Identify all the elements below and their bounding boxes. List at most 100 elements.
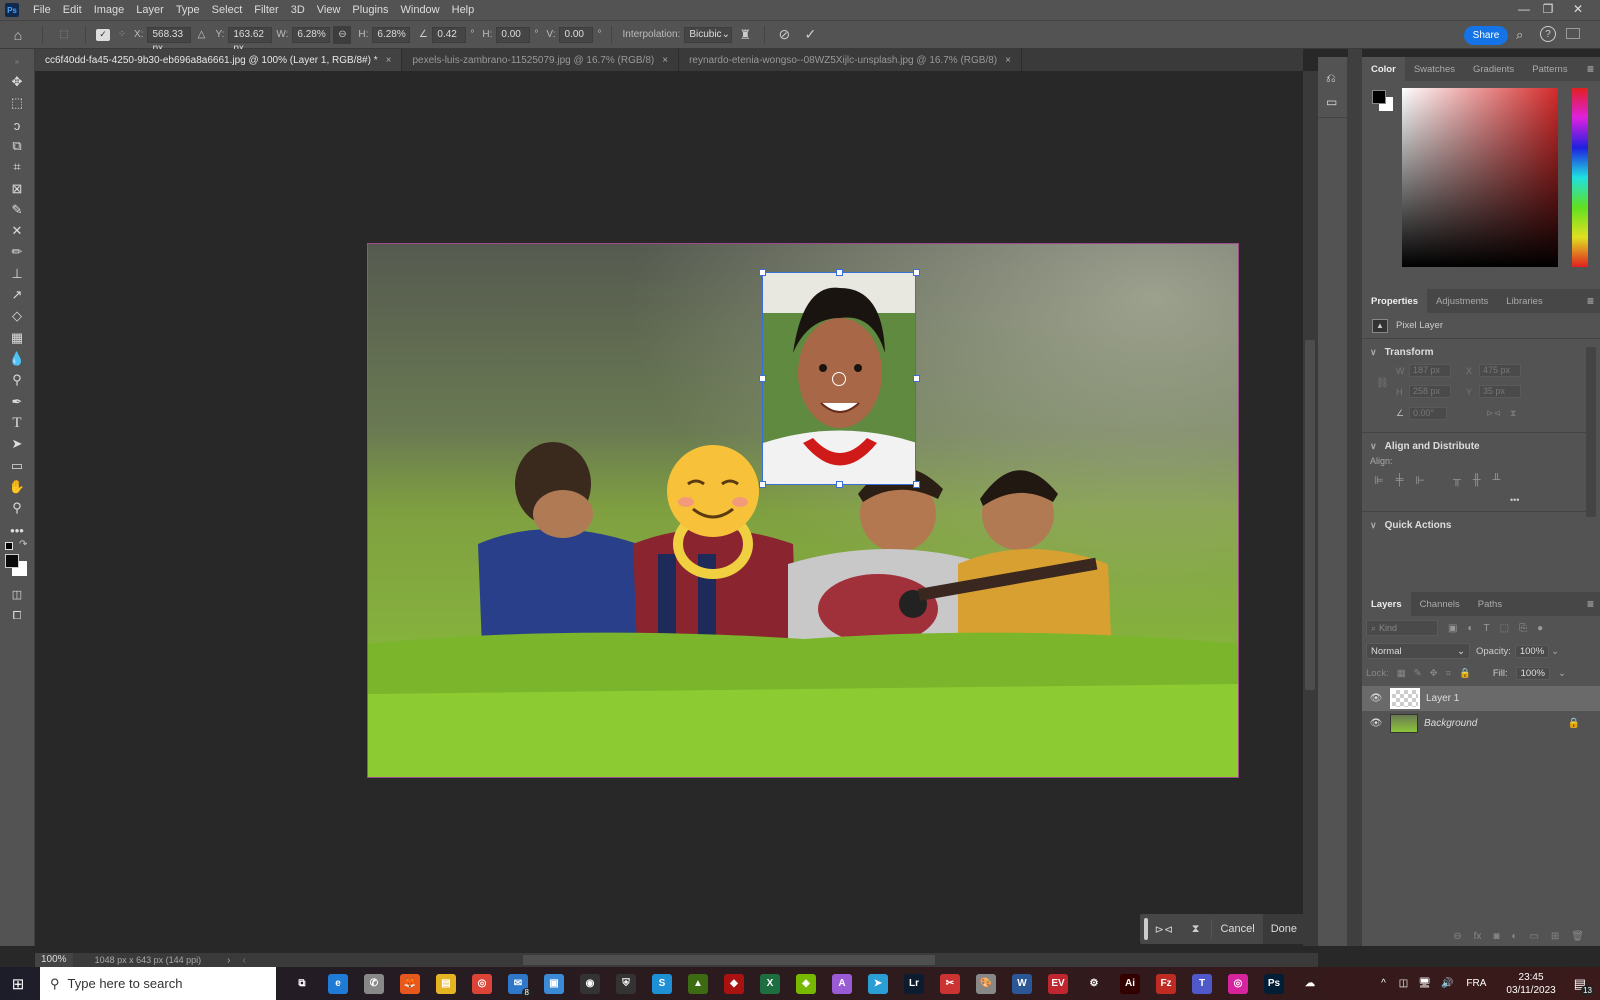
taskbar-app-paint[interactable]: 🎨 bbox=[968, 967, 1004, 1000]
vertical-skew-field[interactable]: 0.00 bbox=[559, 26, 594, 43]
rotation-field[interactable]: 0.42 bbox=[432, 26, 467, 43]
share-button[interactable]: Share bbox=[1464, 26, 1508, 45]
flip-vertical-icon[interactable]: ⧗ bbox=[1510, 408, 1516, 419]
lasso-tool-icon[interactable]: ↄ bbox=[6, 115, 28, 135]
taskbar-app-teams[interactable]: T bbox=[1184, 967, 1220, 1000]
transform-handle-ne[interactable] bbox=[913, 269, 920, 276]
swap-colors-icon[interactable]: ↷ bbox=[19, 539, 27, 550]
filter-type-icon[interactable]: T bbox=[1484, 623, 1490, 634]
tab-channels[interactable]: Channels bbox=[1411, 592, 1469, 616]
visibility-eye-icon[interactable]: 👁 bbox=[1362, 718, 1390, 729]
tab-swatches[interactable]: Swatches bbox=[1405, 57, 1464, 81]
taskbar-app-mail[interactable]: ✉ 8 bbox=[500, 967, 536, 1000]
taskbar-app-app-circle[interactable]: ◉ bbox=[572, 967, 608, 1000]
menu-select[interactable]: Select bbox=[206, 0, 249, 20]
taskbar-app-word[interactable]: W bbox=[1004, 967, 1040, 1000]
reference-point-icon[interactable] bbox=[832, 372, 846, 386]
menu-view[interactable]: View bbox=[311, 0, 347, 20]
link-aspect-icon[interactable]: ⊖ bbox=[333, 25, 352, 44]
transform-section-header[interactable]: ∨ Transform bbox=[1362, 339, 1600, 362]
more-tools-icon[interactable]: ••• bbox=[6, 520, 28, 540]
lock-all-icon[interactable]: 🔒 bbox=[1459, 668, 1471, 679]
lock-image-icon[interactable]: ✎ bbox=[1414, 668, 1422, 679]
network-icon[interactable]: 🖥 bbox=[1418, 978, 1431, 989]
notification-center-icon[interactable]: ▤ 13 bbox=[1574, 976, 1594, 996]
blend-mode-select[interactable]: Normal ⌄ bbox=[1366, 643, 1470, 659]
align-top-icon[interactable]: ╥ bbox=[1453, 474, 1461, 487]
flip-horizontal-icon[interactable]: ⊳⊲ bbox=[1148, 923, 1180, 936]
panel-menu-icon[interactable]: ≡ bbox=[1587, 597, 1594, 611]
taskbar-app-firefox[interactable]: 🦊 bbox=[392, 967, 428, 1000]
object-select-tool-icon[interactable]: ⧉ bbox=[6, 136, 28, 156]
type-tool-icon[interactable]: T bbox=[6, 413, 28, 433]
menu-file[interactable]: File bbox=[27, 0, 57, 20]
tab-libraries[interactable]: Libraries bbox=[1497, 289, 1551, 313]
help-icon[interactable]: ? bbox=[1540, 26, 1556, 42]
taskbar-app-nvidia-geforce[interactable]: ◈ bbox=[788, 967, 824, 1000]
fx-icon[interactable]: fx bbox=[1474, 931, 1482, 942]
rectangle-tool-icon[interactable]: ▭ bbox=[6, 456, 28, 476]
tab-patterns[interactable]: Patterns bbox=[1523, 57, 1576, 81]
taskbar-app-chrome[interactable]: ◎ bbox=[464, 967, 500, 1000]
transform-handle-s[interactable] bbox=[836, 481, 843, 488]
home-icon[interactable]: ⌂ bbox=[0, 27, 36, 43]
new-group-icon[interactable]: ▭ bbox=[1529, 931, 1538, 942]
tab-paths[interactable]: Paths bbox=[1469, 592, 1511, 616]
align-section-header[interactable]: ∨ Align and Distribute bbox=[1362, 433, 1600, 456]
done-button[interactable]: Done bbox=[1262, 914, 1305, 944]
foreground-color-swatch[interactable] bbox=[5, 554, 19, 568]
taskbar-app-weather[interactable]: ☁ bbox=[1292, 967, 1328, 1000]
menu-layer[interactable]: Layer bbox=[130, 0, 170, 20]
eyedropper-tool-icon[interactable]: ✎ bbox=[6, 200, 28, 220]
taskbar-app-illustrator[interactable]: Ai bbox=[1112, 967, 1148, 1000]
layer-kind-filter[interactable]: ⌕ Kind bbox=[1366, 620, 1438, 636]
zoom-tool-icon[interactable]: ⚲ bbox=[6, 498, 28, 518]
close-window-button[interactable]: ✕ bbox=[1566, 0, 1590, 18]
history-panel-icon[interactable]: ⎌ bbox=[1326, 71, 1336, 86]
hand-tool-icon[interactable]: ✋ bbox=[6, 477, 28, 497]
tab-properties[interactable]: Properties bbox=[1362, 289, 1427, 313]
layer-name[interactable]: Layer 1 bbox=[1426, 693, 1459, 704]
cancel-transform-icon[interactable]: ⊘ bbox=[771, 26, 797, 43]
taskbar-search-box[interactable]: ⚲ Type here to search bbox=[40, 967, 276, 1000]
align-bottom-icon[interactable]: ╨ bbox=[1493, 474, 1501, 487]
visibility-eye-icon[interactable]: 👁 bbox=[1362, 693, 1390, 704]
taskbar-app-photoshop[interactable]: Ps bbox=[1256, 967, 1292, 1000]
transform-width-field[interactable]: 187 px bbox=[1409, 364, 1451, 377]
flip-horizontal-icon[interactable]: ⊳⊲ bbox=[1486, 408, 1501, 419]
align-left-icon[interactable]: ⊫ bbox=[1374, 474, 1384, 487]
tab-layers[interactable]: Layers bbox=[1362, 592, 1411, 616]
filter-adjustment-icon[interactable]: ◐ bbox=[1467, 623, 1473, 634]
menu-filter[interactable]: Filter bbox=[248, 0, 284, 20]
transform-handle-nw[interactable] bbox=[759, 269, 766, 276]
language-indicator[interactable]: FRA bbox=[1466, 978, 1486, 989]
tab-adjustments[interactable]: Adjustments bbox=[1427, 289, 1497, 313]
history-brush-tool-icon[interactable]: ↗ bbox=[6, 285, 28, 305]
taskbar-app-edge[interactable]: e bbox=[320, 967, 356, 1000]
taskbar-app-snipping[interactable]: ✂ bbox=[932, 967, 968, 1000]
reference-point-checkbox[interactable]: ✓ bbox=[96, 28, 110, 41]
tab-document-2[interactable]: pexels-luis-zambrano-11525079.jpg @ 16.7… bbox=[402, 49, 680, 71]
menu-3d[interactable]: 3D bbox=[285, 0, 311, 20]
marquee-tool-icon[interactable]: ⬚ bbox=[6, 93, 28, 113]
lock-artboard-icon[interactable]: ⌗ bbox=[1446, 668, 1451, 679]
taskbar-app-skype[interactable]: S bbox=[644, 967, 680, 1000]
taskbar-app-task-view[interactable]: ⧉ bbox=[284, 967, 320, 1000]
filter-toggle-icon[interactable]: ● bbox=[1537, 623, 1543, 634]
volume-icon[interactable]: 🔊 bbox=[1441, 978, 1453, 989]
restore-button[interactable]: ❐ bbox=[1536, 0, 1560, 18]
crop-tool-icon[interactable]: ⌗ bbox=[6, 157, 28, 177]
relative-position-icon[interactable]: △ bbox=[191, 29, 211, 40]
transform-x-field[interactable]: 475 px bbox=[1479, 364, 1521, 377]
taskbar-app-telegram[interactable]: ➤ bbox=[860, 967, 896, 1000]
transform-handle-w[interactable] bbox=[759, 375, 766, 382]
taskbar-app-instagram[interactable]: ◎ bbox=[1220, 967, 1256, 1000]
height-field[interactable]: 6.28% bbox=[372, 26, 411, 43]
panel-menu-icon[interactable]: ≡ bbox=[1587, 62, 1594, 76]
filter-smart-object-icon[interactable]: ⎘ bbox=[1519, 623, 1527, 634]
color-foreground-swatch[interactable] bbox=[1372, 90, 1386, 104]
panel-menu-icon[interactable]: ≡ bbox=[1587, 294, 1594, 308]
x-position-field[interactable]: 568.33 px bbox=[147, 26, 192, 54]
zoom-level[interactable]: 100% bbox=[35, 953, 73, 967]
interpolation-select[interactable]: Bicubic ⌄ bbox=[684, 26, 733, 43]
